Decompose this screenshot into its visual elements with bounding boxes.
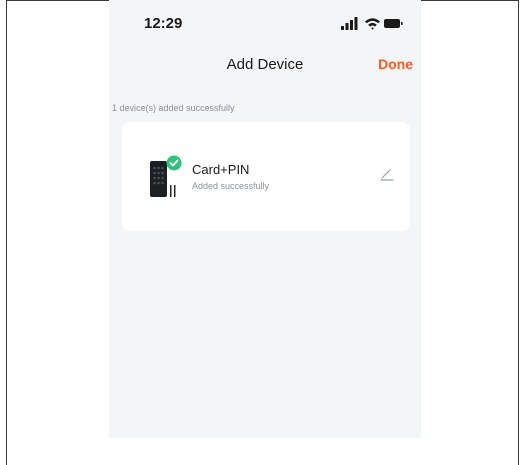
phone-screen: 12:29 Add Device Done 1 device(s) added … <box>109 0 421 438</box>
signal-icon <box>341 17 358 30</box>
edit-icon[interactable] <box>380 167 394 181</box>
device-status: Added successfully <box>192 181 270 191</box>
status-time: 12:29 <box>144 15 183 32</box>
status-icons <box>341 17 403 30</box>
done-button[interactable]: Done <box>378 56 413 72</box>
navigation-bar: Add Device Done <box>109 44 421 84</box>
page-title: Add Device <box>226 56 304 73</box>
keypad-device-icon <box>150 155 182 197</box>
device-card[interactable]: Card+PIN Added successfully <box>122 122 410 231</box>
check-circle-icon <box>166 155 182 171</box>
frame-left-border <box>6 0 7 465</box>
device-name: Card+PIN <box>192 162 250 177</box>
frame-right-border <box>518 0 519 465</box>
success-summary: 1 device(s) added successfully <box>112 103 235 113</box>
battery-icon <box>384 19 403 28</box>
screenshot-frame: 12:29 Add Device Done 1 device(s) added … <box>0 0 522 465</box>
status-bar: 12:29 <box>109 0 421 44</box>
wifi-icon <box>365 18 380 30</box>
